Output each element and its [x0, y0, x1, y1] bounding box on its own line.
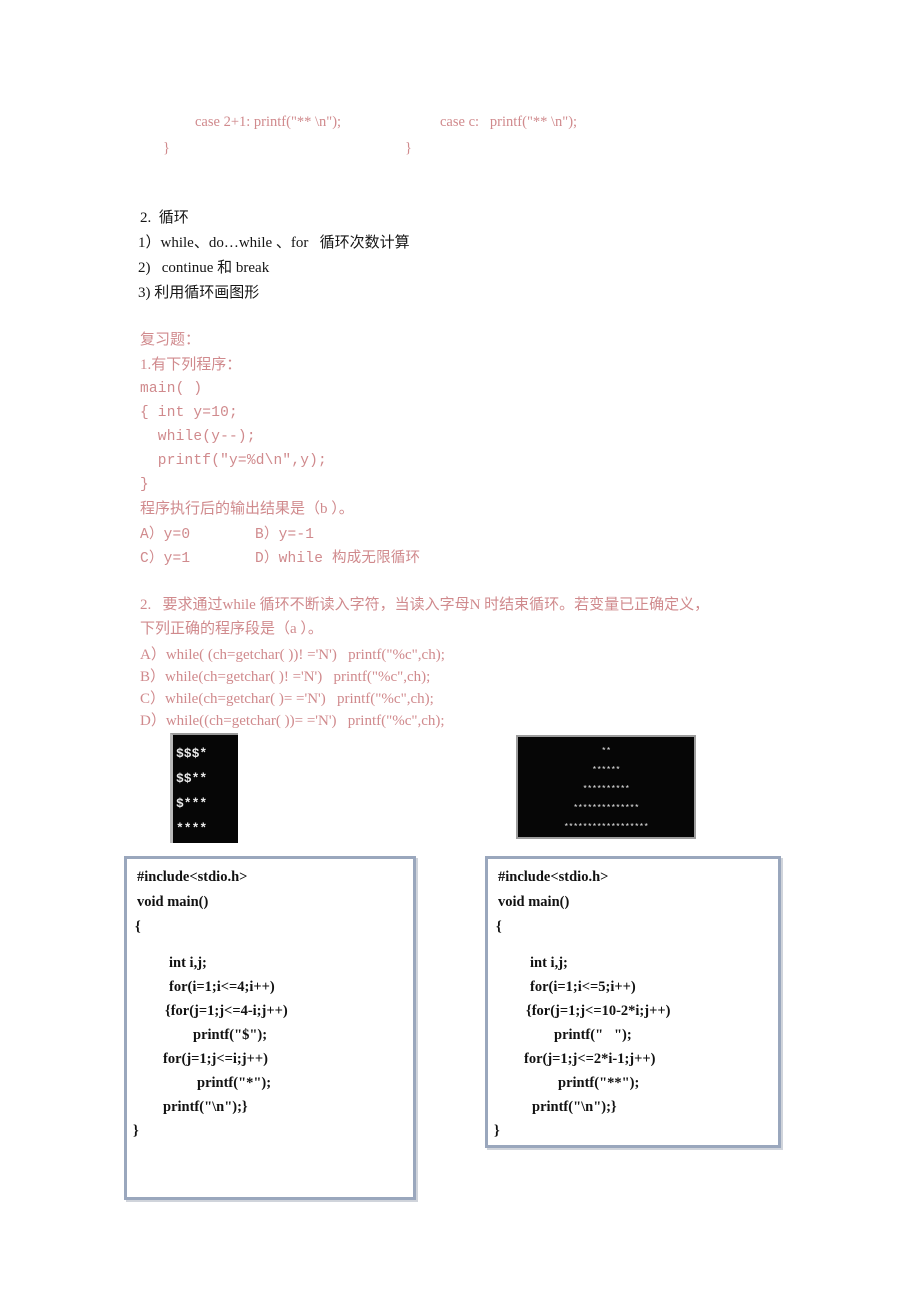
q1-ask: 程序执行后的输出结果是（b ）。 — [140, 501, 354, 517]
q2-option-a[interactable]: A）while( (ch=getchar( ))! ='N') printf("… — [140, 647, 445, 664]
code-line: for(j=1;j<=i;j++) — [163, 1051, 268, 1067]
code-line: printf("\n");} — [163, 1099, 248, 1115]
code-line: {for(j=1;j<=10-2*i;j++) — [526, 1003, 671, 1019]
q1-code-line-3: while(y--); — [140, 429, 256, 445]
code-line: } — [133, 1123, 139, 1139]
code-line: printf("\n");} — [532, 1099, 617, 1115]
section-loops-item-2: 2) continue 和 break — [138, 260, 270, 276]
code-line: void main() — [137, 894, 209, 910]
console-right-row: ** — [601, 746, 611, 756]
console-left-row: $$** — [176, 771, 208, 786]
console-left-row: $$$* — [176, 746, 208, 761]
code-line: #include<stdio.h> — [137, 869, 248, 885]
q2-option-d[interactable]: D）while((ch=getchar( ))= ='N') printf("%… — [140, 713, 445, 730]
code-listing-star-pyramid: #include<stdio.h> void main() { int i,j;… — [485, 856, 781, 1148]
code-line: { — [135, 919, 141, 935]
code-line: printf("$"); — [193, 1027, 268, 1043]
q1-code-line-1: main( ) — [140, 381, 203, 397]
q1-option-a[interactable]: A）y=0 — [140, 527, 190, 544]
q2-option-b[interactable]: B）while(ch=getchar( )! ='N') printf("%c"… — [140, 669, 430, 686]
case-closing-brace-left: } — [163, 140, 170, 156]
review-heading: 复习题： — [140, 332, 201, 348]
code-line: } — [494, 1123, 500, 1139]
q1-option-d[interactable]: D）while 构成无限循环 — [255, 551, 420, 568]
code-line: printf("**"); — [558, 1075, 640, 1091]
case-line-right: case c: printf("** \n"); — [440, 114, 578, 130]
q2-option-c[interactable]: C）while(ch=getchar( )= ='N') printf("%c"… — [140, 691, 434, 708]
code-line: int i,j; — [530, 955, 568, 971]
console-output-dollar-star: $$$* $$** $*** **** — [170, 733, 238, 843]
console-left-row: $*** — [176, 796, 208, 811]
console-right-row: ************** — [573, 803, 639, 813]
q1-option-c[interactable]: C）y=1 — [140, 551, 190, 568]
q1-code-line-4: printf(″y=%d\n″,y); — [140, 453, 327, 469]
code-line: {for(j=1;j<=4-i;j++) — [165, 1003, 288, 1019]
code-line: printf("*"); — [197, 1075, 272, 1091]
console-left-row: **** — [176, 821, 208, 836]
code-line: printf(" "); — [554, 1027, 632, 1043]
console-right-row: ****** — [591, 765, 621, 775]
section-loops-item-3: 3) 利用循环画图形 — [138, 285, 260, 301]
section-loops-item-1: 1）while、do…while 、for 循环次数计算 — [138, 235, 410, 251]
console-right-row: ****************** — [563, 822, 649, 832]
q1-option-b[interactable]: B）y=-1 — [255, 527, 314, 544]
code-line: void main() — [498, 894, 570, 910]
console-output-star-pyramid: ** ****** ********** ************** ****… — [516, 735, 696, 839]
section-loops-heading: 2. 循环 — [140, 210, 189, 226]
code-line: #include<stdio.h> — [498, 869, 609, 885]
q1-code-line-5: } — [140, 477, 149, 493]
console-right-row: ********** — [582, 784, 630, 794]
code-listing-dollar-star: #include<stdio.h> void main() { int i,j;… — [124, 856, 416, 1200]
q2-prompt-line-1: 2. 要求通过while 循环不断读入字符，当读入字母N 时结束循环。若变量已正… — [140, 597, 710, 613]
code-line: for(i=1;i<=4;i++) — [169, 979, 275, 995]
document-page: case 2+1: printf("** \n"); case c: print… — [0, 0, 920, 1302]
code-line: { — [496, 919, 502, 935]
code-line: int i,j; — [169, 955, 207, 971]
case-line-left: case 2+1: printf("** \n"); — [195, 114, 342, 130]
q2-prompt-line-2: 下列正确的程序段是（a ）。 — [140, 621, 323, 637]
q1-prompt: 1.有下列程序： — [140, 357, 242, 373]
code-line: for(j=1;j<=2*i-1;j++) — [524, 1051, 656, 1067]
code-line: for(i=1;i<=5;i++) — [530, 979, 636, 995]
case-closing-brace-right: } — [405, 140, 412, 156]
q1-code-line-2: { int y=10; — [140, 405, 238, 421]
